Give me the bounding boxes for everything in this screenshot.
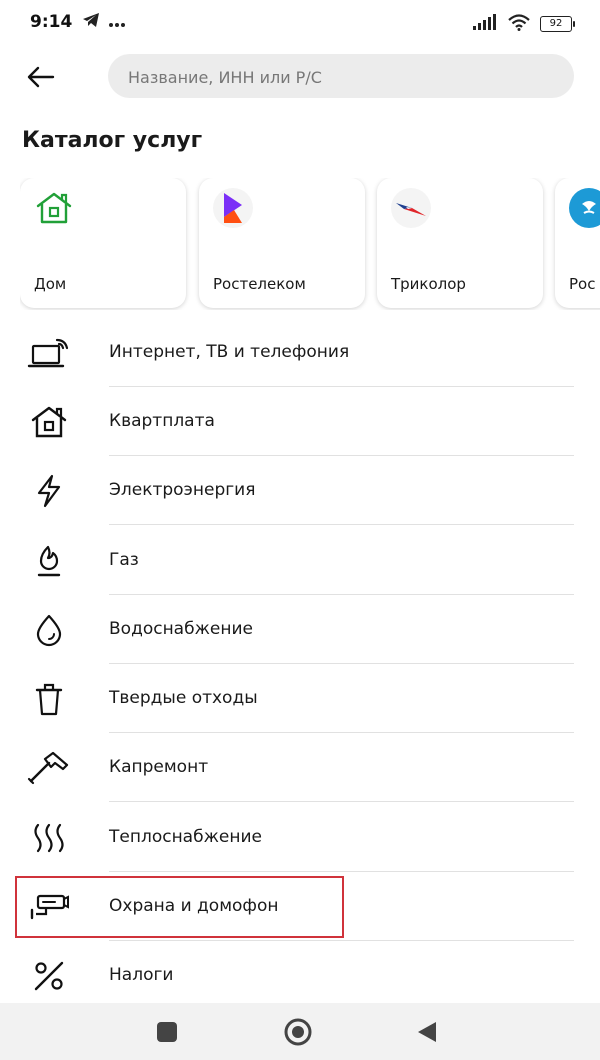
heat-icon	[26, 819, 72, 857]
lightning-icon	[26, 472, 72, 510]
provider-card-ros[interactable]: Рос	[555, 178, 600, 308]
house-icon	[26, 403, 72, 441]
screen: 9:14 92 Название, ИНН или Р/С Каталог ус…	[0, 0, 600, 1060]
service-label: Электроэнергия	[109, 480, 256, 500]
hammer-icon	[26, 749, 72, 787]
service-label: Газ	[109, 550, 139, 570]
triangle-back-icon	[418, 1022, 436, 1042]
trash-icon	[26, 680, 72, 718]
square-icon	[157, 1022, 177, 1042]
back-button[interactable]	[24, 60, 58, 94]
system-nav-bar	[0, 1003, 600, 1060]
service-item-heating[interactable]: Теплоснабжение	[0, 803, 600, 872]
wifi-icon	[507, 13, 531, 35]
service-label: Теплоснабжение	[109, 827, 262, 847]
service-label: Интернет, ТВ и телефония	[109, 342, 350, 362]
status-bar: 9:14 92	[0, 0, 600, 46]
service-label: Капремонт	[109, 757, 209, 777]
house-icon	[34, 188, 74, 228]
battery-indicator: 92	[540, 16, 575, 32]
service-label: Водоснабжение	[109, 619, 253, 639]
tricolor-logo	[391, 188, 431, 228]
service-item-security[interactable]: Охрана и домофон	[0, 872, 600, 941]
provider-label: Ростелеком	[213, 275, 306, 293]
search-input[interactable]	[126, 54, 560, 100]
provider-label: Рос	[569, 275, 596, 293]
status-notifications	[82, 12, 126, 32]
service-item-taxes[interactable]: Налоги	[0, 941, 600, 1010]
security-camera-icon	[26, 888, 72, 926]
circle-icon	[284, 1018, 312, 1046]
provider-card-home[interactable]: Дом	[20, 178, 186, 308]
provider-card-tricolor[interactable]: Триколор	[377, 178, 543, 308]
service-item-water[interactable]: Водоснабжение	[0, 595, 600, 664]
telegram-icon	[82, 12, 100, 32]
more-dots-icon	[108, 13, 126, 32]
water-drop-icon	[26, 611, 72, 649]
recents-button[interactable]	[152, 1017, 182, 1047]
provider-carousel[interactable]: Дом Ростелеком Триколор Рос	[20, 178, 600, 310]
service-label: Квартплата	[109, 411, 215, 431]
service-label: Твердые отходы	[109, 688, 258, 708]
service-label: Налоги	[109, 965, 174, 985]
service-item-electricity[interactable]: Электроэнергия	[0, 456, 600, 525]
percent-icon	[26, 957, 72, 995]
divider	[109, 801, 574, 802]
arrow-left-icon	[27, 66, 55, 88]
service-item-kapremont[interactable]: Капремонт	[0, 733, 600, 802]
service-item-waste[interactable]: Твердые отходы	[0, 664, 600, 733]
provider-card-rostelecom[interactable]: Ростелеком	[199, 178, 365, 308]
rostelecom-logo	[213, 188, 253, 228]
back-nav-button[interactable]	[412, 1017, 442, 1047]
rosreestr-logo	[569, 188, 600, 228]
home-button[interactable]	[283, 1017, 313, 1047]
signal-icon	[472, 14, 498, 34]
service-item-kvartplata[interactable]: Квартплата	[0, 387, 600, 456]
status-time: 9:14	[30, 12, 73, 32]
flame-icon	[26, 542, 72, 580]
search-box[interactable]	[108, 54, 574, 100]
service-item-internet[interactable]: Интернет, ТВ и телефония	[0, 318, 600, 387]
provider-label: Дом	[34, 275, 67, 293]
divider	[109, 524, 574, 525]
page-title: Каталог услуг	[22, 128, 203, 153]
service-item-gas[interactable]: Газ	[0, 526, 600, 595]
laptop-wifi-icon	[26, 334, 72, 372]
service-label: Охрана и домофон	[109, 896, 279, 916]
status-system-icons: 92	[472, 13, 575, 35]
provider-label: Триколор	[391, 275, 466, 293]
